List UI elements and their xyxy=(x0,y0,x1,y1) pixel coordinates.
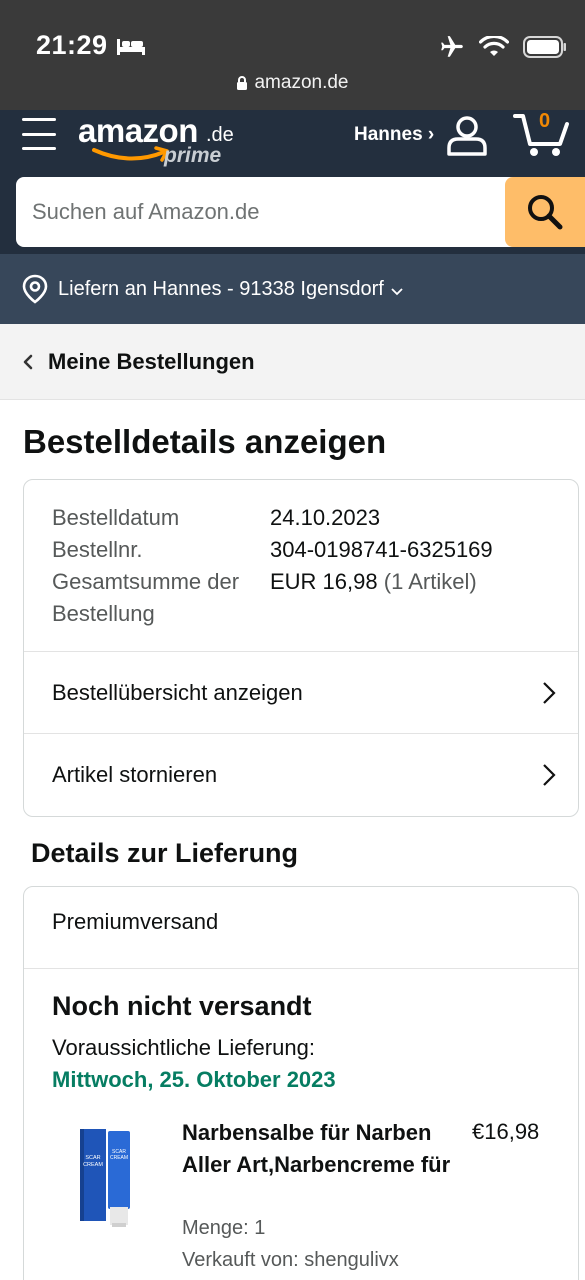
product-title[interactable]: Narbensalbe für Narben Aller Art,Narbenc… xyxy=(182,1117,452,1181)
bed-icon xyxy=(116,38,145,55)
product-image[interactable]: SCAR CREAM SCAR CREAM xyxy=(72,1119,144,1229)
order-item-count: (1 Artikel) xyxy=(383,569,477,594)
amazon-header: amazon .de prime Hannes › 0 xyxy=(0,110,585,178)
chevron-right-icon xyxy=(543,681,556,704)
breadcrumb-label: Meine Bestellungen xyxy=(48,348,255,374)
order-info: Bestelldatum 24.10.2023 Bestellnr. 304-0… xyxy=(52,502,552,630)
url-text: amazon.de xyxy=(254,72,349,93)
amazon-logo[interactable]: amazon .de prime xyxy=(78,112,248,172)
order-total-value: EUR 16,98 xyxy=(270,569,378,594)
delivery-location-bar[interactable]: Liefern an Hannes - 91338 Igensdorf xyxy=(0,254,585,324)
wifi-icon xyxy=(479,36,509,56)
search-icon xyxy=(528,195,563,230)
eta-date: Mittwoch, 25. Oktober 2023 xyxy=(52,1067,336,1092)
account-label: Hannes › xyxy=(354,124,435,145)
user-icon[interactable] xyxy=(446,114,488,156)
status-bar: 21:29 amazon.de xyxy=(0,0,585,110)
status-time: 21:29 xyxy=(36,30,146,61)
view-order-summary-link[interactable]: Bestellübersicht anzeigen xyxy=(24,651,578,733)
delivery-location-label: Liefern an Hannes - 91338 Igensdorf xyxy=(58,277,384,300)
shipping-method: Premiumversand xyxy=(52,909,219,934)
chevron-left-icon xyxy=(23,354,33,369)
delivery-card: Premiumversand Noch nicht versandt Vorau… xyxy=(23,886,579,1280)
order-date-label: Bestelldatum xyxy=(52,505,180,530)
delivery-section-title: Details zur Lieferung xyxy=(31,838,299,868)
svg-text:SCAR: SCAR xyxy=(85,1155,100,1161)
clock-text: 21:29 xyxy=(36,30,108,60)
lock-icon xyxy=(237,76,248,90)
order-total-label: Gesamtsumme der Bestellung xyxy=(52,569,240,626)
search-area xyxy=(0,170,585,254)
product-quantity: Menge: 1 xyxy=(182,1217,266,1239)
order-number-value: 304-0198741-6325169 xyxy=(270,537,493,562)
shipment-status: Noch nicht versandt xyxy=(52,991,312,1021)
cart-count: 0 xyxy=(539,110,551,132)
product-seller[interactable]: Verkauft von: shengulivx xyxy=(182,1249,399,1272)
chevron-right-icon xyxy=(543,763,556,786)
svg-text:CREAM: CREAM xyxy=(110,1155,128,1161)
order-date-value: 24.10.2023 xyxy=(270,505,381,530)
breadcrumb[interactable]: Meine Bestellungen xyxy=(0,324,585,400)
airplane-icon xyxy=(441,36,463,57)
search-bar xyxy=(16,177,585,247)
svg-text:CREAM: CREAM xyxy=(83,1162,103,1168)
page-title: Bestelldetails anzeigen xyxy=(23,423,387,460)
product-price: €16,98 xyxy=(472,1119,540,1144)
search-input[interactable] xyxy=(32,177,502,247)
smile-arrow-icon xyxy=(92,146,169,162)
account-link[interactable]: Hannes › xyxy=(354,124,434,146)
menu-icon[interactable] xyxy=(22,118,56,150)
view-order-summary-label: Bestellübersicht anzeigen xyxy=(52,679,303,705)
cancel-items-label: Artikel stornieren xyxy=(52,761,218,787)
order-number-label: Bestellnr. xyxy=(52,537,143,562)
chevron-down-icon xyxy=(391,288,403,296)
cart-button[interactable]: 0 xyxy=(512,110,574,160)
cancel-items-link[interactable]: Artikel stornieren xyxy=(24,733,578,815)
order-summary-card: Bestelldatum 24.10.2023 Bestellnr. 304-0… xyxy=(23,479,579,817)
logo-prime: prime xyxy=(164,144,222,167)
status-icons xyxy=(439,34,567,60)
eta-label: Voraussichtliche Lieferung: xyxy=(52,1035,315,1060)
search-button[interactable] xyxy=(505,177,585,247)
divider xyxy=(24,968,578,969)
battery-icon xyxy=(523,36,566,58)
url-bar[interactable]: amazon.de xyxy=(0,72,585,94)
location-pin-icon xyxy=(22,274,48,304)
order-total-block: EUR 16,98 (1 Artikel) xyxy=(270,566,477,630)
